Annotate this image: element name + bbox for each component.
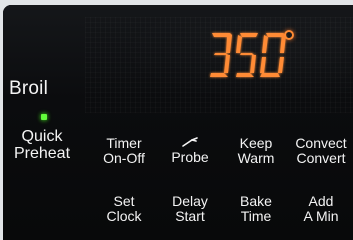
quick-preheat-button[interactable]: Quick Preheat: [5, 128, 79, 163]
timer-line2: On-Off: [103, 149, 145, 166]
broil-label: Broil: [9, 78, 49, 99]
bake-time-line1: Bake: [240, 193, 272, 209]
delay-start-button[interactable]: Delay Start: [155, 194, 225, 223]
delay-start-line2: Start: [175, 207, 205, 224]
add-a-min-line2: A Min: [303, 207, 339, 224]
convect-line1: Convect: [295, 135, 347, 151]
set-clock-line1: Set: [113, 193, 135, 209]
broil-indicator-light: [41, 114, 47, 120]
keep-warm-button[interactable]: Keep Warm: [221, 136, 291, 165]
oven-control-panel: 350 ° Broil Quick Preheat Timer On-Off P…: [3, 5, 353, 240]
keep-warm-line2: Warm: [237, 149, 275, 166]
set-clock-button[interactable]: Set Clock: [87, 194, 161, 223]
probe-button[interactable]: Probe: [155, 136, 225, 165]
quick-preheat-line1: Quick: [21, 128, 63, 145]
broil-button[interactable]: Broil: [9, 78, 73, 100]
quick-preheat-line2: Preheat: [13, 144, 71, 162]
bake-time-line2: Time: [240, 207, 272, 224]
timer-on-off-button[interactable]: Timer On-Off: [87, 136, 161, 165]
delay-start-line1: Delay: [172, 193, 208, 209]
add-a-min-button[interactable]: Add A Min: [286, 194, 353, 223]
convect-line2: Convert: [296, 149, 346, 166]
degree-symbol: °: [284, 30, 294, 40]
probe-label: Probe: [171, 149, 209, 165]
keep-warm-line1: Keep: [239, 135, 273, 151]
set-clock-line2: Clock: [106, 207, 142, 224]
probe-icon: [182, 137, 198, 147]
timer-line1: Timer: [106, 135, 142, 151]
bake-time-button[interactable]: Bake Time: [221, 194, 291, 223]
convect-convert-button[interactable]: Convect Convert: [286, 136, 353, 165]
add-a-min-line1: Add: [308, 193, 334, 209]
